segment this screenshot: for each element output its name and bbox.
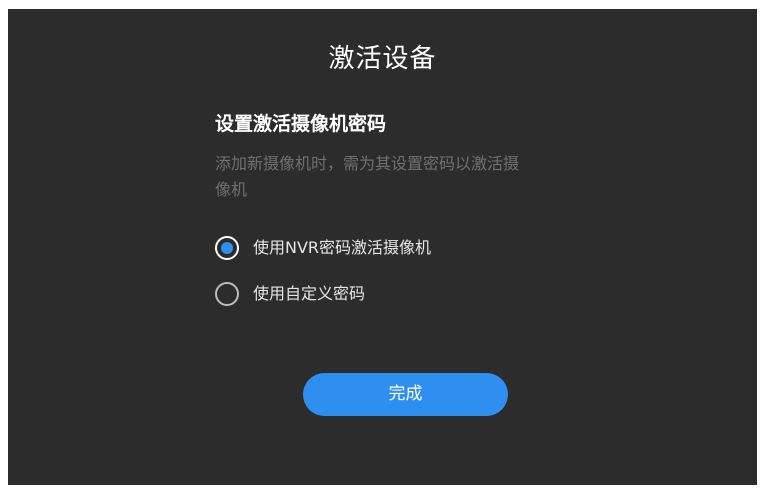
section-heading: 设置激活摄像机密码 [215, 113, 387, 135]
section-description: 添加新摄像机时，需为其设置密码以激活摄 像机 [215, 151, 615, 203]
description-line-2: 像机 [215, 180, 248, 199]
radio-nvr-password[interactable] [215, 236, 239, 260]
option-custom-password-label: 使用自定义密码 [253, 284, 366, 303]
option-custom-password[interactable]: 使用自定义密码 [215, 280, 365, 308]
done-button[interactable]: 完成 [303, 373, 508, 416]
radio-custom-password[interactable] [215, 282, 239, 306]
option-nvr-password[interactable]: 使用NVR密码激活摄像机 [215, 234, 431, 262]
dialog-title: 激活设备 [328, 44, 437, 74]
description-line-1: 添加新摄像机时，需为其设置密码以激活摄 [215, 154, 520, 173]
option-nvr-password-label: 使用NVR密码激活摄像机 [253, 238, 432, 257]
activate-device-dialog: 激活设备 设置激活摄像机密码 添加新摄像机时，需为其设置密码以激活摄 像机 使用… [8, 9, 757, 485]
